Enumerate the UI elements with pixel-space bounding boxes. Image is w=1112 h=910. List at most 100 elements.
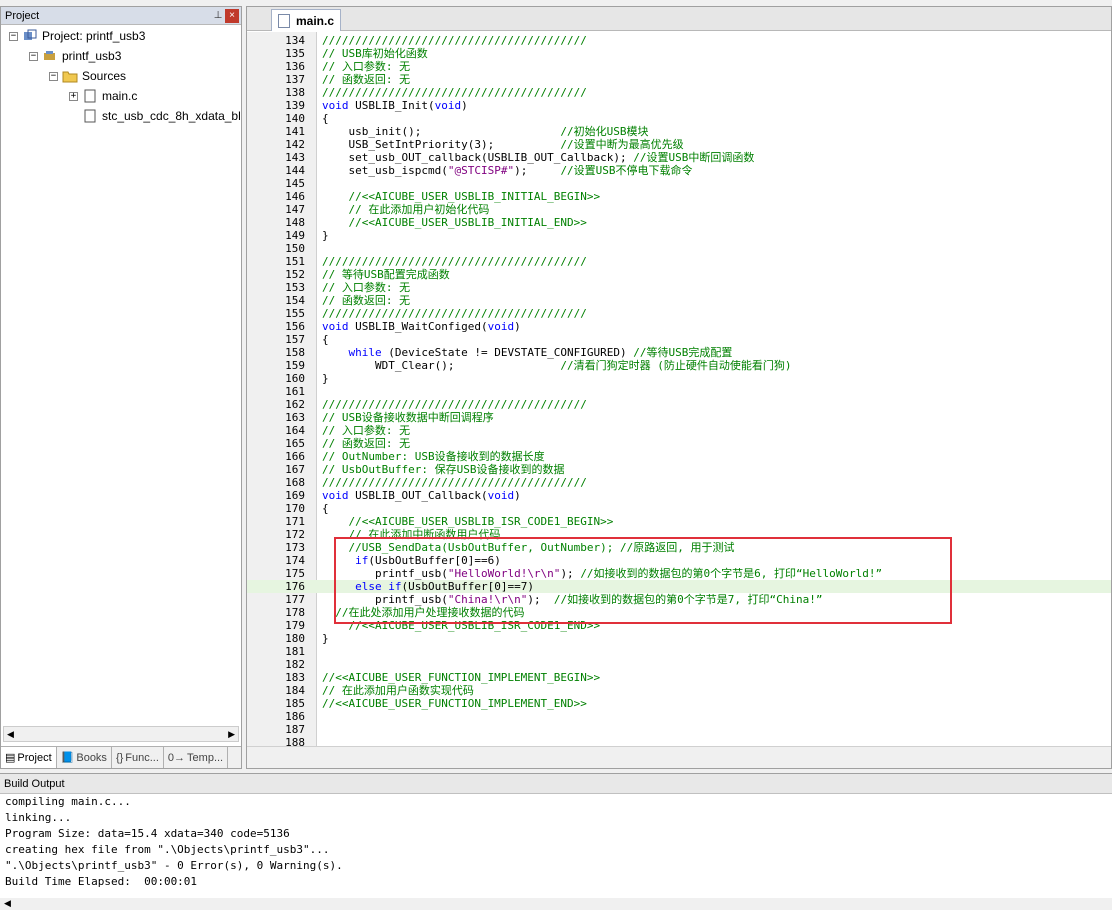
code-line[interactable]: 184 // 在此添加用户函数实现代码 [247, 684, 1111, 697]
tree-node-target[interactable]: − printf_usb3 [29, 47, 121, 65]
line-number: 135 [285, 47, 305, 60]
code-line[interactable]: 153 // 入口参数: 无 [247, 281, 1111, 294]
code-line[interactable]: 181 [247, 645, 1111, 658]
code-line[interactable]: 160} [247, 372, 1111, 385]
code-line[interactable]: 185 //<<AICUBE_USER_FUNCTION_IMPLEMENT_EN… [247, 697, 1111, 710]
line-number: 181 [285, 645, 305, 658]
code-line[interactable]: 158 while (DeviceState != DEVSTATE_CONFI… [247, 346, 1111, 359]
collapse-icon[interactable]: − [29, 51, 38, 61]
tree-label-sources: Sources [82, 69, 127, 83]
code-line[interactable]: 142 USB_SetIntPriority(3); //设置中断为最高优先级 [247, 138, 1111, 151]
code-line[interactable]: 152 // 等待USB配置完成函数 [247, 268, 1111, 281]
code-line[interactable]: 188 [247, 736, 1111, 746]
line-number: 180 [285, 632, 305, 645]
code-line[interactable]: 157 { [247, 333, 1111, 346]
scroll-right-icon[interactable]: ▶ [228, 729, 235, 740]
code-line[interactable]: 168 /////////////////////////////////////… [247, 476, 1111, 489]
code-line[interactable]: 159 WDT_Clear(); //清看门狗定时器 (防止硬件自动使能看门狗) [247, 359, 1111, 372]
code-line[interactable]: 140 { [247, 112, 1111, 125]
code-line[interactable]: 143 set_usb_OUT_callback(USBLIB_OUT_Call… [247, 151, 1111, 164]
code-line[interactable]: 154 // 函数返回: 无 [247, 294, 1111, 307]
tree-node-file[interactable]: stc_usb_cdc_8h_xdata_bl [82, 107, 241, 125]
tab-templates[interactable]: 0→ Temp... [164, 747, 229, 768]
collapse-icon[interactable]: − [49, 71, 58, 81]
code-text: //////////////////////////////////////// [322, 34, 587, 47]
code-line[interactable]: 137 // 函数返回: 无 [247, 73, 1111, 86]
code-line[interactable]: 162 /////////////////////////////////////… [247, 398, 1111, 411]
code-text: //<<AICUBE_USER_FUNCTION_IMPLEMENT_BEGIN… [322, 671, 601, 684]
tree-node-sources[interactable]: − Sources [49, 67, 126, 85]
scroll-left-icon[interactable]: ◀ [7, 729, 14, 740]
build-output-scrollbar[interactable]: ◀ [0, 898, 1112, 910]
code-text: //<<AICUBE_USER_USBLIB_ISR_CODE1_BEGIN>> [322, 515, 614, 528]
code-text: set_usb_ispcmd("@STCISP#"); //设置USB不停电下载… [322, 164, 693, 177]
collapse-icon[interactable]: − [9, 31, 18, 41]
line-number: 173 [285, 541, 305, 554]
code-line[interactable]: 135 // USB库初始化函数 [247, 47, 1111, 60]
tab-main-c[interactable]: main.c [271, 9, 341, 31]
code-line[interactable]: 150 [247, 242, 1111, 255]
editor-hscrollbar[interactable] [247, 746, 1111, 768]
code-line[interactable]: 156 void USBLIB_WaitConfiged(void) [247, 320, 1111, 333]
code-text: { [322, 333, 329, 346]
tab-functions[interactable]: {} Func... [112, 747, 164, 768]
code-text: // 入口参数: 无 [322, 60, 411, 73]
code-line[interactable]: 147 // 在此添加用户初始化代码 [247, 203, 1111, 216]
expand-icon[interactable]: + [69, 91, 78, 101]
editor-tab-bar: main.c [247, 7, 1111, 31]
code-line[interactable]: 183 //<<AICUBE_USER_FUNCTION_IMPLEMENT_BE… [247, 671, 1111, 684]
line-number: 138 [285, 86, 305, 99]
line-number: 159 [285, 359, 305, 372]
tab-label: Books [76, 751, 107, 764]
project-hscrollbar[interactable]: ◀ ▶ [3, 726, 239, 742]
code-line[interactable]: 170 { [247, 502, 1111, 515]
line-number: 148 [285, 216, 305, 229]
code-line[interactable]: 167 // UsbOutBuffer: 保存USB设备接收到的数据 [247, 463, 1111, 476]
line-number: 154 [285, 294, 305, 307]
code-line[interactable]: 180} [247, 632, 1111, 645]
tab-project[interactable]: ▤ Project [1, 747, 57, 768]
code-line[interactable]: 186 [247, 710, 1111, 723]
pin-icon[interactable]: ⊥ [211, 10, 225, 21]
code-line[interactable]: 165 // 函数返回: 无 [247, 437, 1111, 450]
close-icon[interactable]: × [225, 8, 239, 23]
line-number: 167 [285, 463, 305, 476]
code-line[interactable]: 134 /////////////////////////////////////… [247, 34, 1111, 47]
code-text: // OutNumber: USB设备接收到的数据长度 [322, 450, 545, 463]
tree-node-project[interactable]: − Project: printf_usb3 [9, 27, 145, 45]
code-line[interactable]: 161 [247, 385, 1111, 398]
functions-icon: {} [115, 751, 124, 764]
code-line[interactable]: 163 // USB设备接收数据中断回调程序 [247, 411, 1111, 424]
code-line[interactable]: 171 //<<AICUBE_USER_USBLIB_ISR_CODE1_BEG… [247, 515, 1111, 528]
code-line[interactable]: 182 [247, 658, 1111, 671]
code-line[interactable]: 166 // OutNumber: USB设备接收到的数据长度 [247, 450, 1111, 463]
tab-books[interactable]: 📘 Books [57, 747, 112, 768]
code-line[interactable]: 148 //<<AICUBE_USER_USBLIB_INITIAL_END>> [247, 216, 1111, 229]
code-line[interactable]: 141 usb_init(); //初始化USB模块 [247, 125, 1111, 138]
line-number: 140 [285, 112, 305, 125]
build-output-line: compiling main.c... [5, 795, 131, 808]
code-line[interactable]: 139 void USBLIB_Init(void) [247, 99, 1111, 112]
code-area[interactable]: 134 /////////////////////////////////////… [247, 32, 1111, 746]
code-line[interactable]: 136 // 入口参数: 无 [247, 60, 1111, 73]
code-text: //////////////////////////////////////// [322, 255, 587, 268]
code-line[interactable]: 169 void USBLIB_OUT_Callback(void) [247, 489, 1111, 502]
code-line[interactable]: 144 set_usb_ispcmd("@STCISP#"); //设置USB不… [247, 164, 1111, 177]
code-line[interactable]: 164 // 入口参数: 无 [247, 424, 1111, 437]
code-line[interactable]: 138 /////////////////////////////////////… [247, 86, 1111, 99]
code-line[interactable]: 187 [247, 723, 1111, 736]
line-number: 163 [285, 411, 305, 424]
project-panel-tabs: ▤ Project 📘 Books {} Func... 0→ Temp... [1, 746, 241, 768]
code-line[interactable]: 151 /////////////////////////////////////… [247, 255, 1111, 268]
code-line[interactable]: 145 [247, 177, 1111, 190]
code-line[interactable]: 149} [247, 229, 1111, 242]
annotation-highlight-box [334, 537, 952, 624]
line-number: 174 [285, 554, 305, 567]
code-line[interactable]: 155 /////////////////////////////////////… [247, 307, 1111, 320]
tree-node-file[interactable]: + main.c [69, 87, 137, 105]
project-icon [24, 29, 37, 40]
line-number: 175 [285, 567, 305, 580]
build-output-text[interactable]: compiling main.c... linking... Program Siz… [0, 794, 1112, 890]
code-line[interactable]: 146 //<<AICUBE_USER_USBLIB_INITIAL_BEGIN… [247, 190, 1111, 203]
line-number: 182 [285, 658, 305, 671]
